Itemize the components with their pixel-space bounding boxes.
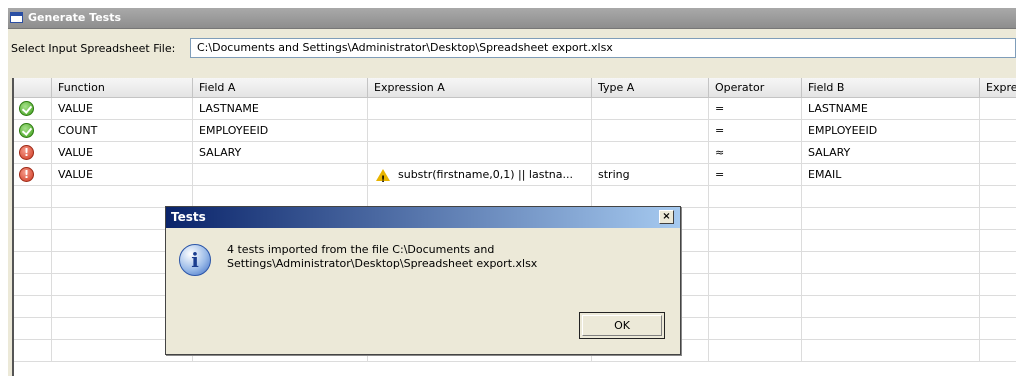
expression-a-cell[interactable] xyxy=(368,120,592,141)
operator-cell[interactable]: = xyxy=(709,120,802,141)
expression-b-cell[interactable] xyxy=(980,164,1016,185)
function-cell[interactable]: VALUE xyxy=(52,164,193,185)
empty-cell xyxy=(709,318,802,339)
status-cell xyxy=(14,98,52,119)
header-expression-a[interactable]: Expression A xyxy=(368,78,592,97)
empty-cell xyxy=(709,274,802,295)
empty-cell xyxy=(14,230,52,251)
table-row[interactable]: VALUE SALARY ≈ SALARY xyxy=(14,142,1016,164)
empty-row xyxy=(14,186,1016,208)
dialog-message-line: 4 tests imported from the file C:\Docume… xyxy=(227,243,495,256)
status-cell xyxy=(14,142,52,163)
empty-cell xyxy=(709,230,802,251)
header-expression-b[interactable]: Expre xyxy=(980,78,1016,97)
type-a-cell[interactable] xyxy=(592,98,709,119)
empty-cell xyxy=(193,186,368,207)
empty-cell xyxy=(709,186,802,207)
empty-cell xyxy=(802,340,980,361)
header-field-a[interactable]: Field A xyxy=(193,78,368,97)
window-icon xyxy=(10,12,23,23)
empty-cell xyxy=(709,252,802,273)
table-row[interactable]: COUNT EMPLOYEEID = EMPLOYEEID xyxy=(14,120,1016,142)
expression-a-text: substr(firstname,0,1) || lastna... xyxy=(398,168,573,181)
operator-cell[interactable]: ≈ xyxy=(709,142,802,163)
operator-cell[interactable]: = xyxy=(709,164,802,185)
type-a-cell[interactable] xyxy=(592,142,709,163)
empty-cell xyxy=(802,274,980,295)
operator-cell[interactable]: = xyxy=(709,98,802,119)
empty-cell xyxy=(14,252,52,273)
function-cell[interactable]: VALUE xyxy=(52,98,193,119)
empty-cell xyxy=(802,208,980,229)
header-field-b[interactable]: Field B xyxy=(802,78,980,97)
info-icon xyxy=(179,244,211,276)
check-circle-icon xyxy=(19,123,34,138)
expression-a-cell[interactable]: substr(firstname,0,1) || lastna... xyxy=(368,164,592,185)
empty-cell xyxy=(709,340,802,361)
field-a-cell[interactable]: LASTNAME xyxy=(193,98,368,119)
empty-cell xyxy=(802,296,980,317)
function-cell[interactable]: COUNT xyxy=(52,120,193,141)
type-a-cell[interactable] xyxy=(592,120,709,141)
status-cell xyxy=(14,164,52,185)
empty-cell xyxy=(802,186,980,207)
empty-cell xyxy=(52,186,193,207)
empty-cell xyxy=(14,340,52,361)
dialog-message-line: Settings\Administrator\Desktop\Spreadshe… xyxy=(227,257,538,270)
ok-button-label: OK xyxy=(582,315,662,336)
function-cell[interactable]: VALUE xyxy=(52,142,193,163)
empty-cell xyxy=(14,318,52,339)
field-b-cell[interactable]: LASTNAME xyxy=(802,98,980,119)
dialog-message: 4 tests imported from the file C:\Docume… xyxy=(227,243,657,271)
file-select-label: Select Input Spreadsheet File: xyxy=(11,42,176,55)
tests-dialog: Tests × 4 tests imported from the file C… xyxy=(165,206,681,355)
empty-cell xyxy=(368,186,592,207)
field-a-cell[interactable]: SALARY xyxy=(193,142,368,163)
warning-icon xyxy=(376,169,390,185)
field-b-cell[interactable]: EMAIL xyxy=(802,164,980,185)
header-status[interactable] xyxy=(14,78,52,97)
window-title: Generate Tests xyxy=(28,11,122,24)
header-function[interactable]: Function xyxy=(52,78,193,97)
empty-cell xyxy=(592,186,709,207)
error-circle-icon xyxy=(19,167,34,182)
field-a-cell[interactable] xyxy=(193,164,368,185)
field-b-cell[interactable]: EMPLOYEEID xyxy=(802,120,980,141)
empty-cell xyxy=(709,208,802,229)
expression-b-cell[interactable] xyxy=(980,98,1016,119)
empty-cell xyxy=(709,296,802,317)
field-a-cell[interactable]: EMPLOYEEID xyxy=(193,120,368,141)
generate-tests-window: Generate Tests Select Input Spreadsheet … xyxy=(0,0,1016,376)
ok-button[interactable]: OK xyxy=(579,312,665,339)
status-cell xyxy=(14,120,52,141)
empty-cell xyxy=(14,186,52,207)
table-row[interactable]: VALUE substr(firstname,0,1) || lastna...… xyxy=(14,164,1016,186)
expression-b-cell[interactable] xyxy=(980,142,1016,163)
expression-b-cell[interactable] xyxy=(980,120,1016,141)
check-circle-icon xyxy=(19,101,34,116)
empty-cell xyxy=(802,230,980,251)
table-row[interactable]: VALUE LASTNAME = LASTNAME xyxy=(14,98,1016,120)
empty-cell xyxy=(802,252,980,273)
empty-cell xyxy=(802,318,980,339)
header-operator[interactable]: Operator xyxy=(709,78,802,97)
dialog-title: Tests xyxy=(171,210,206,224)
field-b-cell[interactable]: SALARY xyxy=(802,142,980,163)
empty-cell xyxy=(14,274,52,295)
window-titlebar: Generate Tests xyxy=(8,8,1016,29)
dialog-titlebar[interactable]: Tests × xyxy=(166,207,680,228)
empty-cell xyxy=(14,296,52,317)
header-type-a[interactable]: Type A xyxy=(592,78,709,97)
empty-cell xyxy=(14,208,52,229)
type-a-cell[interactable]: string xyxy=(592,164,709,185)
spreadsheet-file-input[interactable]: C:\Documents and Settings\Administrator\… xyxy=(190,38,1016,58)
close-icon[interactable]: × xyxy=(659,210,674,224)
expression-a-cell[interactable] xyxy=(368,142,592,163)
table-header-row: Function Field A Expression A Type A Ope… xyxy=(14,78,1016,98)
error-circle-icon xyxy=(19,145,34,160)
expression-a-cell[interactable] xyxy=(368,98,592,119)
